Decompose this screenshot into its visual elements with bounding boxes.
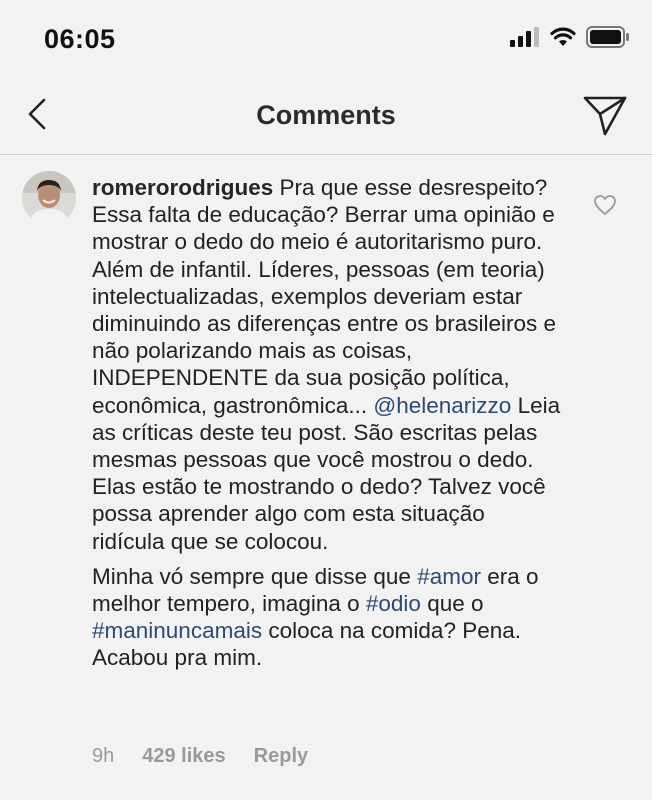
hashtag-link[interactable]: #maninuncamais bbox=[92, 618, 262, 643]
share-button[interactable] bbox=[582, 94, 628, 138]
hashtag-link[interactable]: #amor bbox=[417, 564, 481, 589]
comment-timestamp: 9h bbox=[92, 745, 115, 767]
mention-link[interactable]: @helenarizzo bbox=[373, 393, 511, 418]
page-title: Comments bbox=[256, 100, 396, 130]
comment-meta: 9h 429 likes Reply bbox=[92, 745, 308, 768]
status-icons bbox=[510, 26, 630, 48]
status-time: 06:05 bbox=[44, 24, 116, 54]
reply-button[interactable]: Reply bbox=[254, 745, 308, 768]
nav-bar: Comments bbox=[0, 80, 652, 155]
comment-text-segment: Pra que esse desrespeito? Essa falta de … bbox=[92, 175, 556, 418]
heart-outline-icon bbox=[594, 195, 616, 215]
avatar[interactable] bbox=[22, 171, 76, 225]
status-bar: 06:05 bbox=[0, 0, 652, 80]
cellular-signal-icon bbox=[510, 27, 539, 47]
comment-text-segment: Minha vó sempre que disse que bbox=[92, 563, 418, 589]
comment-paragraph: romerorodrigues Pra que esse desrespeito… bbox=[92, 174, 562, 555]
likes-count[interactable]: 429 likes bbox=[142, 745, 225, 768]
paper-plane-icon bbox=[583, 96, 627, 136]
comment-text: romerorodrigues Pra que esse desrespeito… bbox=[92, 174, 562, 672]
comment-username[interactable]: romerorodrigues bbox=[92, 175, 273, 200]
hashtag-link[interactable]: #odio bbox=[366, 591, 421, 616]
wifi-icon bbox=[550, 27, 576, 46]
battery-icon bbox=[586, 26, 629, 48]
comment-paragraph: Minha vó sempre que disse que #amor era … bbox=[92, 563, 562, 672]
avatar-photo bbox=[22, 171, 76, 225]
like-button[interactable] bbox=[593, 194, 617, 216]
comment-text-segment: que o bbox=[420, 591, 484, 617]
